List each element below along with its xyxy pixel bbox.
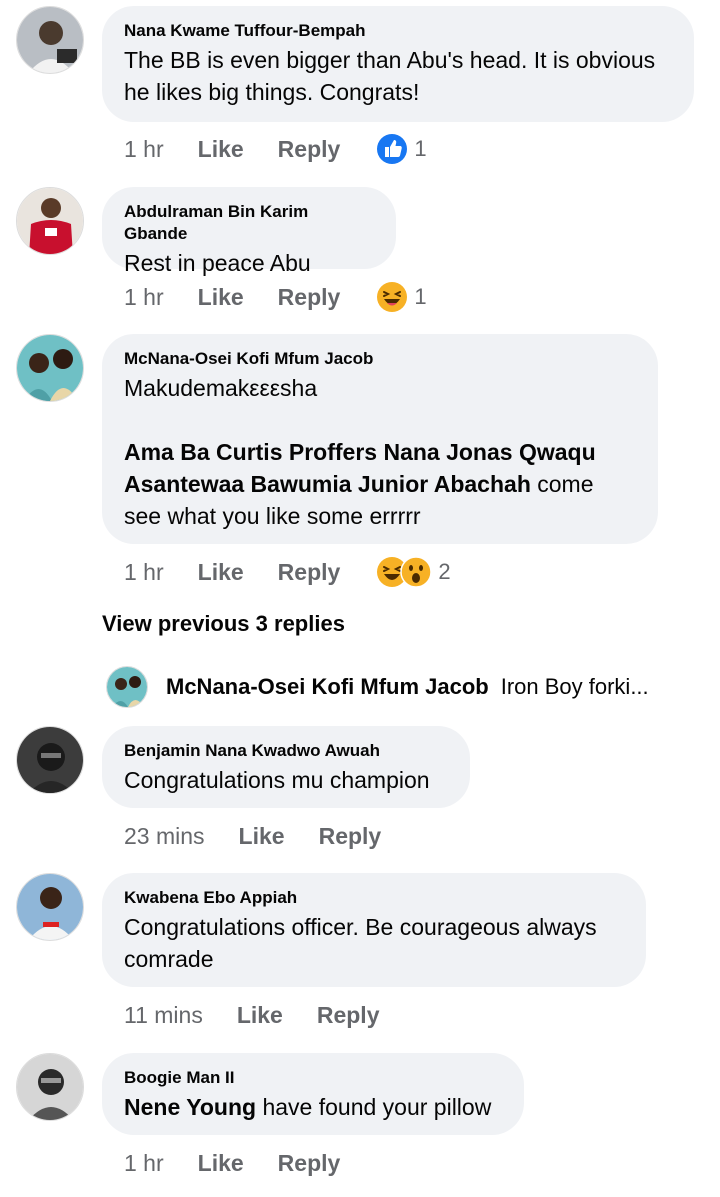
comment-time[interactable]: 23 mins [124, 823, 205, 850]
comment-bubble: Nana Kwame Tuffour-Bempah The BB is even… [102, 6, 694, 122]
reaction-count: 1 [414, 284, 427, 309]
comment-time[interactable]: 1 hr [124, 1150, 164, 1177]
comment-time[interactable]: 1 hr [124, 136, 164, 163]
reply-button[interactable]: Reply [278, 559, 341, 586]
wow-emoji-icon [400, 556, 433, 588]
reply-button[interactable]: Reply [317, 1002, 380, 1029]
avatar[interactable] [16, 1053, 84, 1121]
like-button[interactable]: Like [198, 559, 244, 586]
reaction-count: 2 [438, 559, 451, 584]
comment-author[interactable]: Nana Kwame Tuffour-Bempah [124, 20, 672, 42]
avatar[interactable] [16, 726, 84, 794]
avatar[interactable] [16, 6, 84, 74]
mention-links[interactable]: Ama Ba Curtis Proffers Nana Jonas Qwaqu … [124, 439, 596, 497]
comment-author[interactable]: McNana-Osei Kofi Mfum Jacob [124, 348, 636, 370]
comment-text-continued: have found your pillow [262, 1094, 492, 1120]
avatar[interactable] [16, 334, 84, 402]
comment-time[interactable]: 1 hr [124, 559, 164, 586]
reply-author[interactable]: McNana-Osei Kofi Mfum Jacob [166, 674, 489, 700]
comment-time[interactable]: 1 hr [124, 284, 164, 311]
comment-time[interactable]: 11 mins [124, 1002, 203, 1029]
reaction-summary[interactable]: 2 [376, 556, 451, 588]
avatar[interactable] [16, 873, 84, 941]
avatar[interactable] [106, 666, 148, 708]
comment-author[interactable]: Benjamin Nana Kwadwo Awuah [124, 740, 448, 762]
comment-author[interactable]: Abdulraman Bin Karim Gbande [124, 201, 374, 245]
comment-bubble: Boogie Man II Nene Young have found your… [102, 1053, 524, 1135]
reply-preview-text: Iron Boy forki... [500, 674, 649, 699]
reply-button[interactable]: Reply [319, 823, 382, 850]
thumbs-up-icon [377, 134, 408, 164]
like-button[interactable]: Like [237, 1002, 283, 1029]
comment-author[interactable]: Boogie Man II [124, 1067, 502, 1089]
comment-actions: 1 hr Like Reply 2 [124, 556, 451, 588]
like-button[interactable]: Like [198, 1150, 244, 1177]
view-previous-replies-link[interactable]: View previous 3 replies [102, 611, 345, 637]
collapsed-reply[interactable]: McNana-Osei Kofi Mfum Jacob Iron Boy for… [106, 663, 706, 711]
comment-bubble: Abdulraman Bin Karim Gbande Rest in peac… [102, 187, 396, 276]
comment-author[interactable]: Kwabena Ebo Appiah [124, 887, 624, 909]
comment-bubble: Benjamin Nana Kwadwo Awuah Congratulatio… [102, 726, 470, 808]
reaction-summary[interactable]: 1 [376, 281, 427, 313]
comment-bubble: McNana-Osei Kofi Mfum Jacob Makudemakεεε… [102, 334, 658, 544]
comment-actions: 1 hr Like Reply 1 [124, 133, 427, 165]
comment-text-mentions: Ama Ba Curtis Proffers Nana Jonas Qwaqu … [124, 436, 636, 532]
comment-text: Rest in peace Abu [124, 250, 311, 276]
reaction-count: 1 [414, 136, 427, 161]
comment-actions: 11 mins Like Reply [124, 999, 414, 1031]
comment-text: Congratulations mu champion [124, 767, 430, 793]
comment-bubble: Kwabena Ebo Appiah Congratulations offic… [102, 873, 646, 987]
comment-text: The BB is even bigger than Abu's head. I… [124, 47, 656, 105]
like-button[interactable]: Like [198, 284, 244, 311]
comment-actions: 23 mins Like Reply [124, 820, 415, 852]
comment-actions: 1 hr Like Reply 1 [124, 281, 427, 313]
comment-actions: 1 hr Like Reply [124, 1147, 374, 1179]
avatar[interactable] [16, 187, 84, 255]
reply-button[interactable]: Reply [278, 136, 341, 163]
reaction-summary[interactable]: 1 [376, 133, 427, 165]
comment-text: Congratulations officer. Be courageous a… [124, 914, 597, 972]
like-button[interactable]: Like [198, 136, 244, 163]
comment-text: Nene Young have found your pillow [124, 1091, 502, 1123]
mention-link[interactable]: Nene Young [124, 1094, 256, 1120]
reply-button[interactable]: Reply [278, 284, 341, 311]
like-button[interactable]: Like [239, 823, 285, 850]
laughing-emoji-icon [377, 282, 408, 312]
reply-button[interactable]: Reply [278, 1150, 341, 1177]
comment-text: Makudemakεεεsha [124, 375, 318, 401]
